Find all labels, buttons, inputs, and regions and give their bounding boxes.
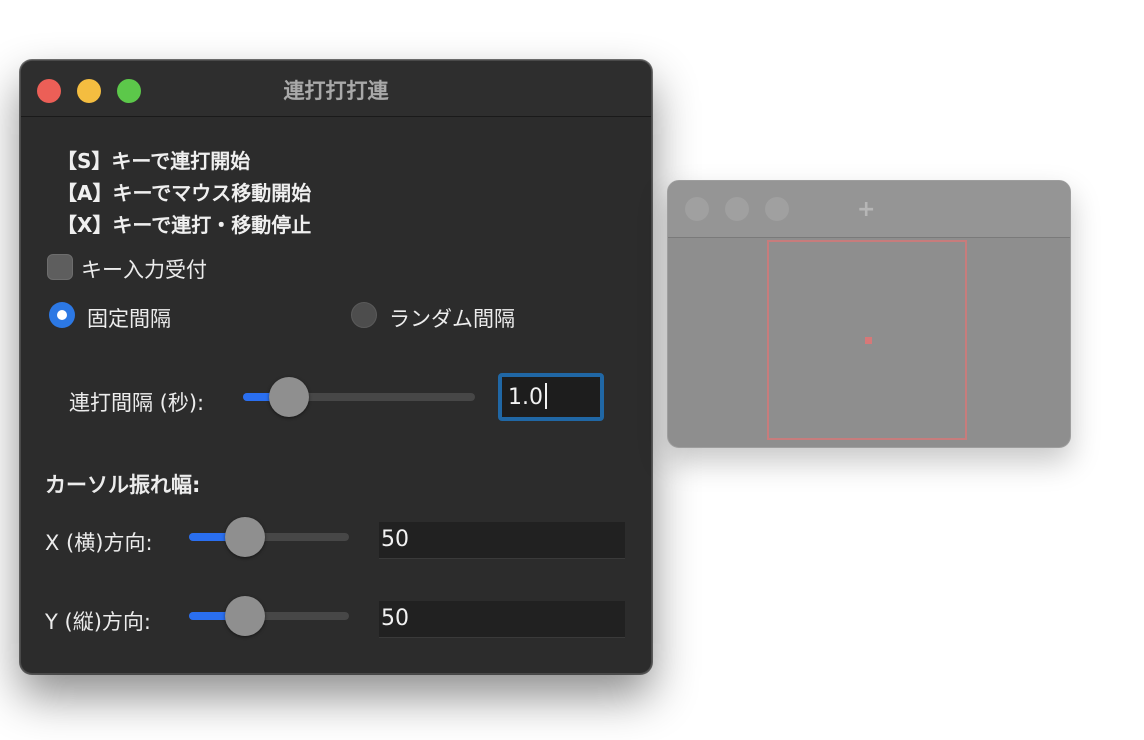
fixed-interval-label[interactable]: 固定間隔 [87, 303, 171, 333]
plus-icon: + [857, 197, 876, 222]
interval-input[interactable]: 1.0 [498, 373, 604, 421]
interval-value: 1.0 [508, 385, 543, 410]
key-input-checkbox[interactable] [47, 254, 73, 280]
interval-label: 連打間隔 (秒): [69, 391, 205, 415]
y-slider-thumb[interactable] [225, 596, 265, 636]
y-direction-input[interactable]: 50 [379, 601, 625, 638]
x-direction-input[interactable]: 50 [379, 522, 625, 559]
instruction-start-click: 【S】キーで連打開始 [57, 149, 251, 173]
x-direction-label: X (横)方向: [45, 531, 153, 555]
random-interval-radio[interactable] [351, 302, 377, 328]
target-preview-window: + [667, 180, 1071, 448]
preview-title-bar[interactable]: + [668, 181, 1070, 238]
desktop: 連打打打連 【S】キーで連打開始 【A】キーでマウス移動開始 【X】キーで連打・… [0, 0, 1144, 740]
instruction-start-move: 【A】キーでマウス移動開始 [57, 181, 312, 205]
random-interval-label[interactable]: ランダム間隔 [389, 303, 515, 333]
main-window: 連打打打連 【S】キーで連打開始 【A】キーでマウス移動開始 【X】キーで連打・… [20, 60, 652, 674]
cursor-amplitude-heading: カーソル振れ幅: [45, 473, 201, 497]
interval-slider[interactable] [243, 377, 475, 417]
fixed-interval-radio[interactable] [49, 302, 75, 328]
text-caret [545, 383, 547, 409]
preview-zoom-button[interactable] [765, 197, 789, 221]
title-bar[interactable]: 連打打打連 [21, 61, 651, 117]
interval-slider-thumb[interactable] [269, 377, 310, 417]
instruction-stop: 【X】キーで連打・移動停止 [57, 213, 312, 237]
preview-minimize-button[interactable] [725, 197, 749, 221]
cursor-center-dot [865, 337, 872, 344]
x-direction-slider[interactable] [189, 517, 349, 557]
x-direction-value: 50 [381, 527, 409, 552]
y-direction-value: 50 [381, 606, 409, 631]
x-slider-thumb[interactable] [225, 517, 265, 557]
y-direction-slider[interactable] [189, 596, 349, 636]
preview-close-button[interactable] [685, 197, 709, 221]
y-direction-label: Y (縦)方向: [45, 610, 151, 634]
window-title: 連打打打連 [283, 79, 389, 103]
key-input-label[interactable]: キー入力受付 [81, 254, 207, 284]
